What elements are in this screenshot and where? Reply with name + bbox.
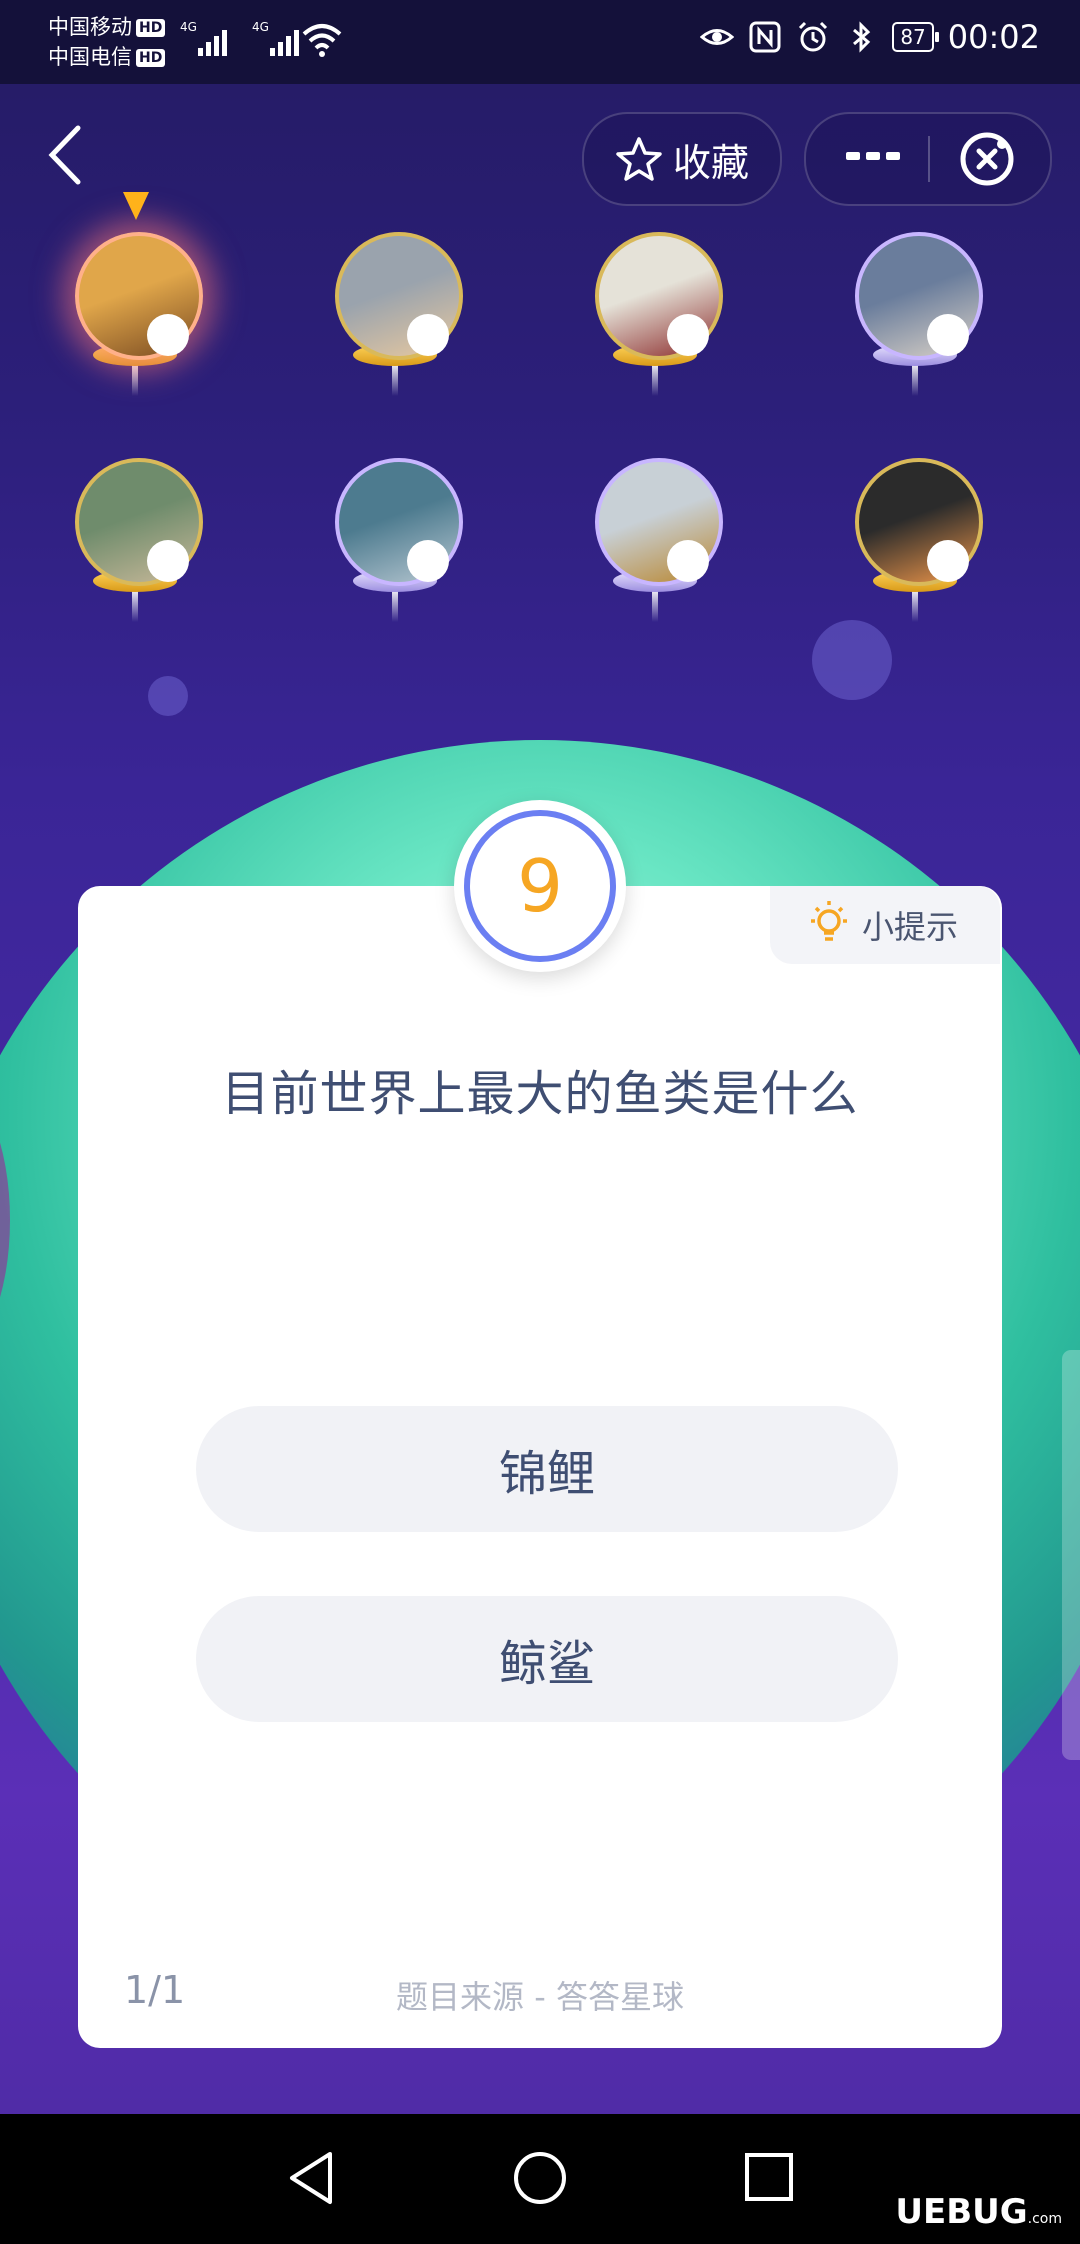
nav-home-icon[interactable] — [512, 2150, 568, 2206]
player-avatar[interactable] — [65, 192, 205, 432]
star-icon — [616, 137, 662, 181]
status-dot — [667, 540, 709, 582]
hd-badge: HD — [136, 19, 166, 37]
current-player-marker-icon — [123, 192, 149, 220]
signal-icon: 4G — [252, 20, 299, 56]
question-number-badge: 9 — [454, 800, 626, 972]
status-dot — [407, 540, 449, 582]
avatar-beam — [392, 362, 398, 396]
player-avatar[interactable] — [585, 458, 725, 658]
player-avatar[interactable] — [845, 458, 985, 658]
favorite-label: 收藏 — [672, 140, 749, 185]
avatar-beam — [392, 588, 398, 622]
status-dot — [667, 314, 709, 356]
eye-icon — [700, 29, 735, 45]
avatar-beam — [132, 588, 138, 622]
favorite-button[interactable]: 收藏 — [582, 112, 782, 206]
carrier-2: 中国电信 — [48, 45, 132, 69]
player-avatar[interactable] — [845, 232, 985, 432]
battery-indicator: 87 — [892, 22, 940, 52]
signal-icon: 4G — [180, 20, 227, 56]
status-bar: 中国移动 HD 中国电信 HD 4G 4G 87 00:02 — [0, 0, 1080, 84]
status-dot — [407, 314, 449, 356]
quiz-screen: 中国移动 HD 中国电信 HD 4G 4G 87 00:02 收藏 9 小提示 … — [0, 0, 1080, 2244]
player-avatar[interactable] — [585, 232, 725, 432]
answer-option-2[interactable]: 鲸鲨 — [196, 1596, 898, 1722]
status-right: 87 00:02 — [700, 18, 1040, 56]
status-dot — [927, 314, 969, 356]
close-icon[interactable] — [958, 130, 1016, 188]
player-avatar[interactable] — [325, 232, 465, 432]
capsule-menu — [804, 112, 1052, 206]
status-dot — [147, 314, 189, 356]
player-avatar[interactable] — [325, 458, 465, 658]
avatar-beam — [912, 362, 918, 396]
nfc-icon — [749, 21, 781, 53]
side-handle[interactable] — [1062, 1350, 1080, 1760]
question-number: 9 — [464, 810, 616, 962]
avatar-beam — [652, 588, 658, 622]
watermark-logo: UEBUG.com — [895, 2192, 1062, 2232]
status-dot — [927, 540, 969, 582]
hint-button[interactable]: 小提示 — [770, 886, 1000, 964]
carrier-1: 中国移动 — [48, 15, 132, 39]
avatar-beam — [132, 362, 138, 396]
status-dot — [147, 540, 189, 582]
divider — [928, 136, 930, 182]
hint-label: 小提示 — [862, 908, 959, 946]
clock: 00:02 — [947, 18, 1040, 56]
avatar-beam — [912, 588, 918, 622]
answer-option-1[interactable]: 锦鲤 — [196, 1406, 898, 1532]
alarm-icon — [799, 21, 828, 52]
player-avatar[interactable] — [65, 458, 205, 658]
bluetooth-icon — [853, 21, 871, 53]
nav-back-icon[interactable] — [286, 2150, 336, 2206]
carrier-info: 中国移动 HD 中国电信 HD — [48, 12, 166, 72]
hd-badge: HD — [136, 49, 166, 67]
avatar-beam — [652, 362, 658, 396]
decor-bubble — [148, 676, 188, 716]
back-button[interactable] — [42, 120, 88, 190]
more-button[interactable] — [846, 152, 900, 160]
wifi-icon — [302, 24, 342, 57]
question-source: 题目来源 - 答答星球 — [396, 1978, 684, 2016]
lightbulb-icon — [811, 901, 847, 941]
question-text: 目前世界上最大的鱼类是什么 — [221, 1066, 859, 1122]
nav-recents-icon[interactable] — [744, 2152, 794, 2202]
